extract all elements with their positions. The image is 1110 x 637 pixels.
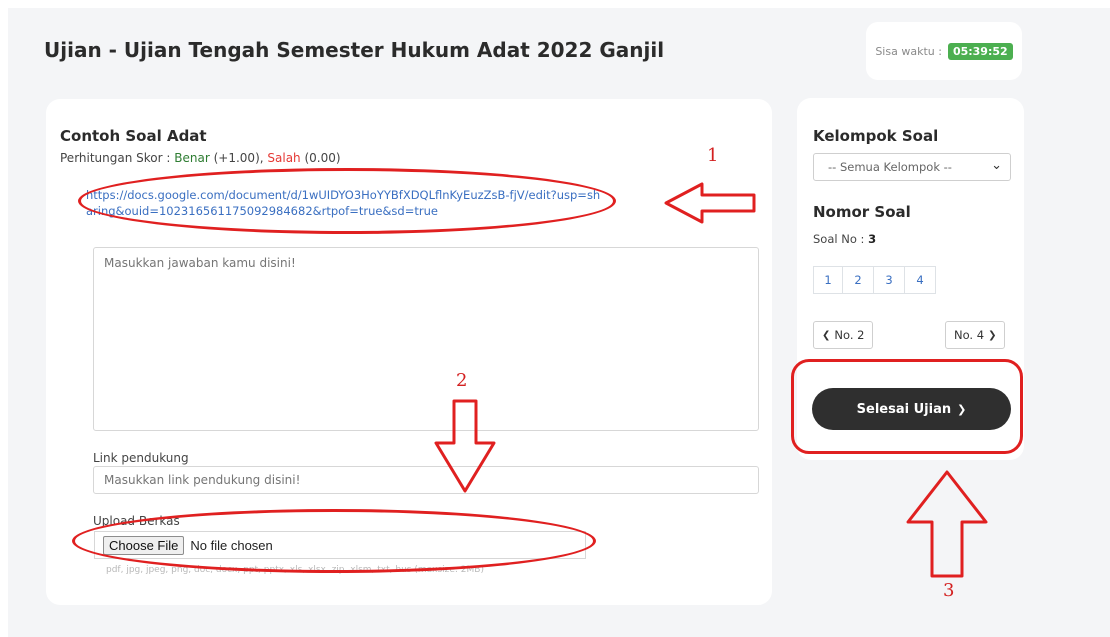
chevron-down-icon: ⌄ bbox=[991, 157, 1002, 173]
benar-value: (+1.00), bbox=[213, 151, 264, 165]
current-question-indicator: Soal No : 3 bbox=[813, 232, 876, 246]
benar-label: Benar bbox=[174, 151, 210, 165]
group-select[interactable]: -- Semua Kelompok -- ⌄ bbox=[813, 153, 1011, 181]
page-title: Ujian - Ujian Tengah Semester Hukum Adat… bbox=[44, 38, 665, 62]
page-button-2[interactable]: 2 bbox=[842, 266, 874, 294]
annotation-arrow-up-icon bbox=[906, 470, 988, 578]
question-title: Contoh Soal Adat bbox=[60, 127, 207, 145]
next-question-label: No. 4 bbox=[954, 328, 985, 342]
annotation-ellipse-link bbox=[78, 168, 616, 234]
page-button-4[interactable]: 4 bbox=[904, 266, 936, 294]
annotation-arrow-left-icon bbox=[664, 182, 756, 224]
group-select-value: -- Semua Kelompok -- bbox=[828, 160, 952, 174]
support-link-label: Link pendukung bbox=[93, 451, 189, 465]
score-prefix: Perhitungan Skor : bbox=[60, 151, 171, 165]
soal-no-value: 3 bbox=[868, 232, 877, 246]
page-button-1[interactable]: 1 bbox=[813, 266, 843, 294]
answer-textarea[interactable] bbox=[93, 247, 759, 431]
soal-no-label: Soal No : bbox=[813, 232, 865, 246]
annotation-ellipse-upload bbox=[72, 509, 596, 573]
next-question-button[interactable]: No. 4 ❯ bbox=[945, 321, 1006, 349]
annotation-number-1: 1 bbox=[707, 145, 719, 166]
support-link-input[interactable] bbox=[93, 466, 759, 494]
annotation-arrow-down-icon bbox=[434, 399, 496, 493]
chevron-right-icon: ❯ bbox=[988, 329, 997, 341]
page-button-3[interactable]: 3 bbox=[873, 266, 905, 294]
salah-value: (0.00) bbox=[304, 151, 341, 165]
annotation-rect-finish bbox=[791, 359, 1023, 454]
annotation-number-2: 2 bbox=[456, 370, 468, 391]
chevron-left-icon: ❮ bbox=[822, 329, 831, 341]
timer-label: Sisa waktu : bbox=[875, 44, 942, 58]
prev-question-button[interactable]: ❮ No. 2 bbox=[813, 321, 874, 349]
salah-label: Salah bbox=[267, 151, 301, 165]
prev-question-label: No. 2 bbox=[834, 328, 865, 342]
group-heading: Kelompok Soal bbox=[813, 127, 939, 145]
timer-value: 05:39:52 bbox=[947, 42, 1013, 60]
score-rule: Perhitungan Skor : Benar (+1.00), Salah … bbox=[60, 151, 341, 165]
annotation-number-3: 3 bbox=[943, 580, 955, 601]
number-heading: Nomor Soal bbox=[813, 203, 911, 221]
question-pagination: 1 2 3 4 bbox=[813, 266, 936, 294]
timer-card: Sisa waktu : 05:39:52 bbox=[866, 22, 1022, 80]
